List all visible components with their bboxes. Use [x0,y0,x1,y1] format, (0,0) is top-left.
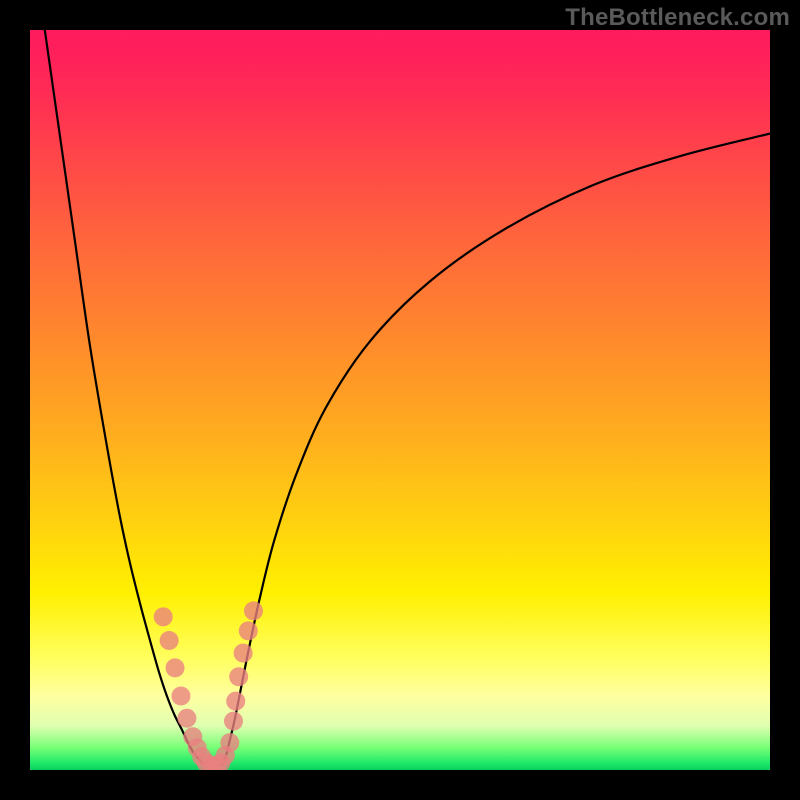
left-branch-curve [45,30,204,765]
chart-svg [30,30,770,770]
data-dot [226,692,245,711]
data-dot [160,631,179,650]
data-dot [166,658,185,677]
data-dot [244,601,263,620]
data-dot [154,607,173,626]
data-dot [234,644,253,663]
right-branch-curve [222,134,770,765]
data-dot [229,667,248,686]
watermark-text: TheBottleneck.com [565,4,790,32]
dots-group [154,601,263,770]
data-dot [171,687,190,706]
data-dot [177,709,196,728]
curve-group [45,30,770,765]
data-dot [224,712,243,731]
data-dot [220,733,239,752]
plot-area [30,30,770,770]
chart-frame: TheBottleneck.com [0,0,800,800]
data-dot [239,621,258,640]
